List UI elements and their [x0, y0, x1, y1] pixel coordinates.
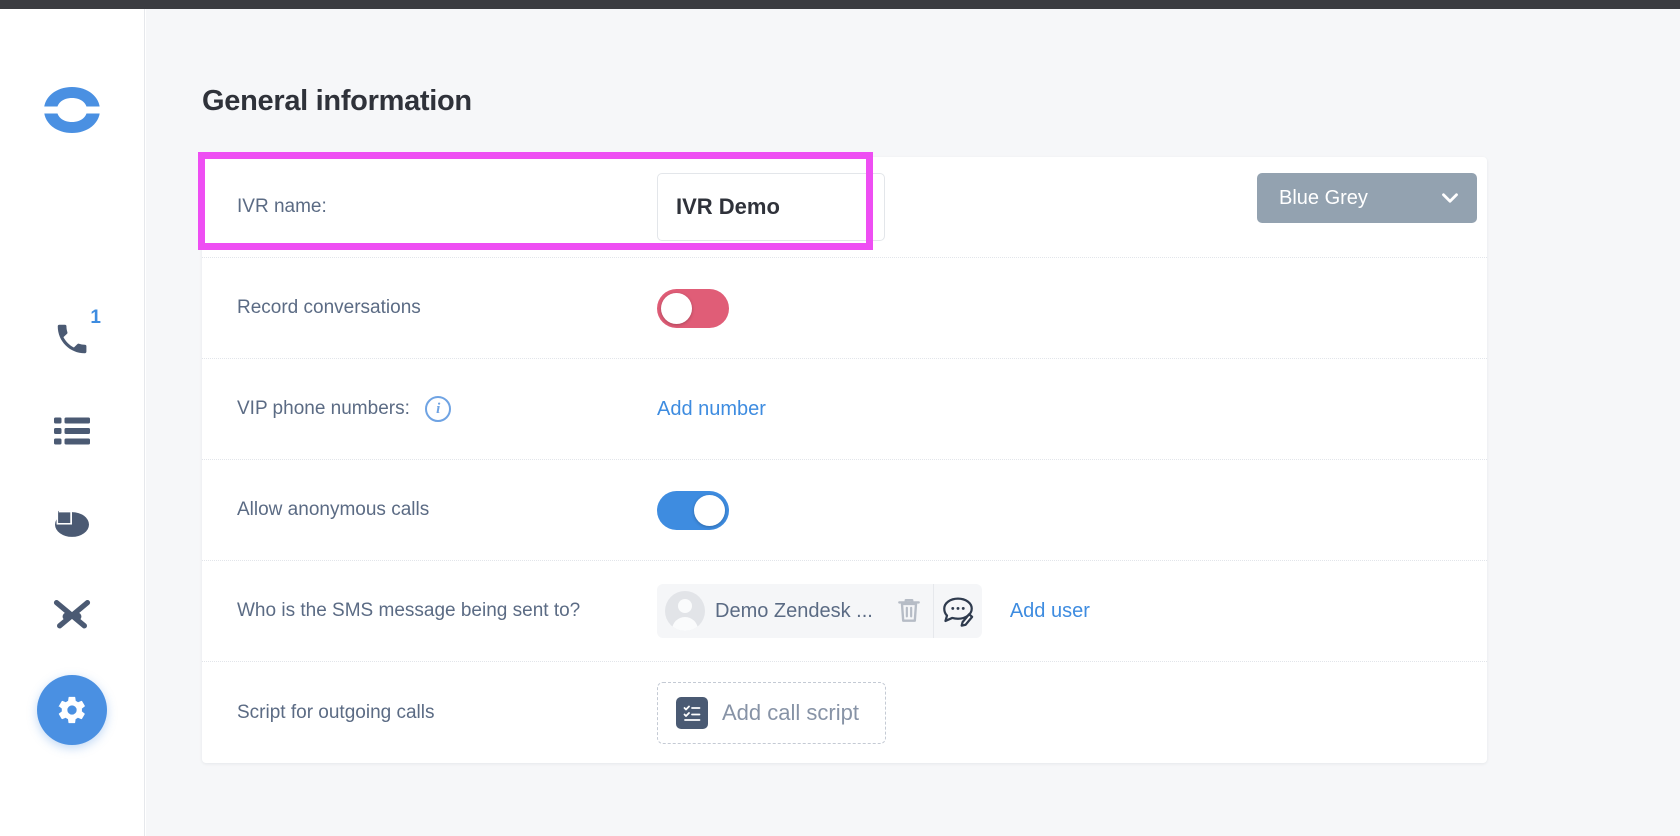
row-script-outgoing-calls: Script for outgoing calls Add call scrip… [202, 662, 1487, 763]
record-conversations-label: Record conversations [237, 297, 421, 318]
color-theme-value: Blue Grey [1279, 186, 1368, 209]
vip-phone-numbers-control: Add number [657, 398, 766, 421]
add-number-link[interactable]: Add number [657, 398, 766, 421]
sidebar-item-call-logs[interactable] [37, 385, 107, 477]
general-information-card: IVR name: IVR Demo Blue Grey Record conv… [202, 157, 1487, 763]
toggle-knob [661, 292, 692, 324]
ivr-name-label: IVR name: [237, 196, 327, 217]
allow-anonymous-calls-label: Allow anonymous calls [237, 499, 430, 520]
task-list-icon [676, 696, 708, 729]
sms-recipient-label: Who is the SMS message being sent to? [237, 600, 581, 621]
phone-icon [57, 324, 87, 354]
main-content: General information IVR name: IVR Demo B… [146, 9, 1680, 836]
message-edit-icon [943, 597, 974, 627]
color-theme-select[interactable]: Blue Grey [1257, 173, 1477, 223]
sidebar-item-statistics[interactable] [37, 477, 107, 569]
sms-recipient-chip: Demo Zendesk ... [657, 584, 982, 638]
row-sms-recipient: Who is the SMS message being sent to? De… [202, 561, 1487, 662]
sidebar-item-integrations[interactable] [37, 569, 107, 661]
info-icon[interactable]: i [425, 396, 452, 422]
add-user-link[interactable]: Add user [1010, 600, 1090, 623]
sms-recipient-name: Demo Zendesk ... [715, 599, 873, 622]
list-icon [54, 417, 90, 445]
record-conversations-toggle[interactable] [657, 288, 729, 328]
gear-icon [58, 696, 85, 724]
sidebar-item-calls[interactable]: 1 [37, 293, 107, 385]
row-allow-anonymous-calls: Allow anonymous calls [202, 460, 1487, 561]
sms-recipient-control: Demo Zendesk ... Add user [657, 584, 1090, 638]
avatar [665, 591, 705, 631]
window-titlebar [0, 0, 1680, 9]
logo-icon [41, 87, 103, 133]
delete-recipient-button[interactable] [885, 584, 933, 638]
script-outgoing-calls-control: Add call script [657, 681, 886, 744]
row-ivr-name: IVR name: IVR Demo Blue Grey [202, 157, 1487, 258]
scissors-icon [53, 600, 91, 629]
app-window: 1 General information IVR name: IVR Demo… [0, 0, 1680, 836]
add-call-script-button[interactable]: Add call script [657, 681, 886, 744]
script-outgoing-calls-label: Script for outgoing calls [237, 701, 435, 723]
ringover-logo[interactable] [41, 83, 103, 143]
edit-message-button[interactable] [934, 584, 982, 638]
sidebar-item-settings[interactable] [37, 675, 107, 745]
allow-anonymous-calls-toggle[interactable] [657, 490, 729, 530]
vip-phone-numbers-text: VIP phone numbers: [237, 398, 410, 420]
ivr-name-input[interactable]: IVR Demo [657, 173, 885, 241]
toggle-knob [694, 494, 725, 526]
calls-badge: 1 [90, 307, 101, 328]
trash-icon [897, 599, 920, 622]
pie-chart-icon [55, 510, 89, 537]
page-title: General information [202, 85, 472, 117]
task-list-glyph [683, 705, 701, 721]
chevron-down-icon [1442, 193, 1458, 203]
record-conversations-control [657, 288, 729, 328]
row-record-conversations: Record conversations [202, 258, 1487, 359]
left-sidebar: 1 [0, 9, 145, 836]
allow-anonymous-calls-control [657, 490, 729, 530]
row-vip-phone-numbers: VIP phone numbers: i Add number [202, 359, 1487, 460]
ivr-name-control: IVR Demo [657, 173, 885, 241]
vip-phone-numbers-label: VIP phone numbers: i [237, 396, 657, 422]
sms-recipient-user[interactable]: Demo Zendesk ... [657, 591, 885, 631]
sidebar-nav: 1 [37, 293, 107, 745]
add-call-script-label: Add call script [722, 699, 859, 725]
